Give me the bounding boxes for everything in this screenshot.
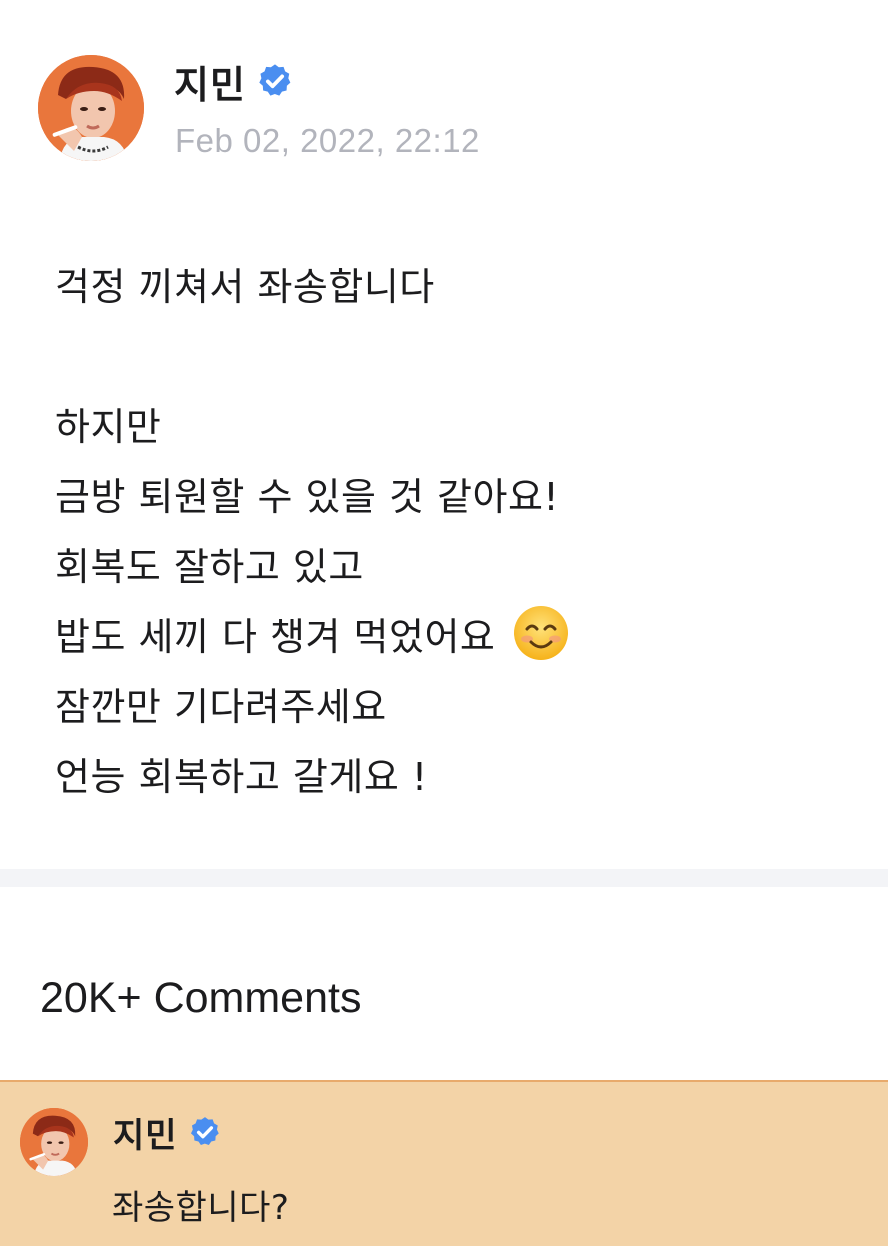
post-line: 하지만 <box>55 405 162 449</box>
author-row: 지민 <box>174 54 294 109</box>
post-line: 금방 퇴원할 수 있을 것 같아요! <box>55 475 560 519</box>
post-line: 잠깐만 기다려주세요 <box>55 685 387 729</box>
verified-badge-icon <box>188 1115 222 1149</box>
post-line: 회복도 잘하고 있고 <box>55 545 364 589</box>
post-line-with-emoji: 밥도 세끼 다 챙겨 먹었어요 <box>55 602 855 672</box>
comments-count[interactable]: 20K+ Comments <box>40 974 361 1023</box>
comment-author-row: 지민 <box>113 1108 222 1157</box>
post-header: 지민 Feb 02, 2022, 22:12 <box>0 0 888 200</box>
post-timestamp: Feb 02, 2022, 22:12 <box>175 122 480 159</box>
comment-author-avatar[interactable] <box>20 1108 88 1176</box>
avatar-image <box>20 1108 88 1176</box>
avatar-image <box>38 55 144 161</box>
section-divider <box>0 869 888 887</box>
author-avatar[interactable] <box>38 55 144 161</box>
post-line-text: 밥도 세끼 다 챙겨 먹었어요 <box>55 615 496 659</box>
post-line: 걱정 끼쳐서 좌송합니다 <box>55 265 435 309</box>
verified-badge-icon <box>256 62 294 100</box>
highlighted-comment[interactable]: 지민 좌송합니다? <box>0 1080 888 1246</box>
post-body: 걱정 끼쳐서 좌송합니다 하지만 금방 퇴원할 수 있을 것 같아요! 회복도 … <box>55 252 855 812</box>
smiling-face-emoji-icon <box>512 604 570 662</box>
comment-author-name[interactable]: 지민 <box>113 1108 178 1157</box>
author-name[interactable]: 지민 <box>174 54 246 109</box>
comment-text: 좌송합니다? <box>112 1188 290 1228</box>
post-line: 언능 회복하고 갈게요 ! <box>55 755 428 799</box>
